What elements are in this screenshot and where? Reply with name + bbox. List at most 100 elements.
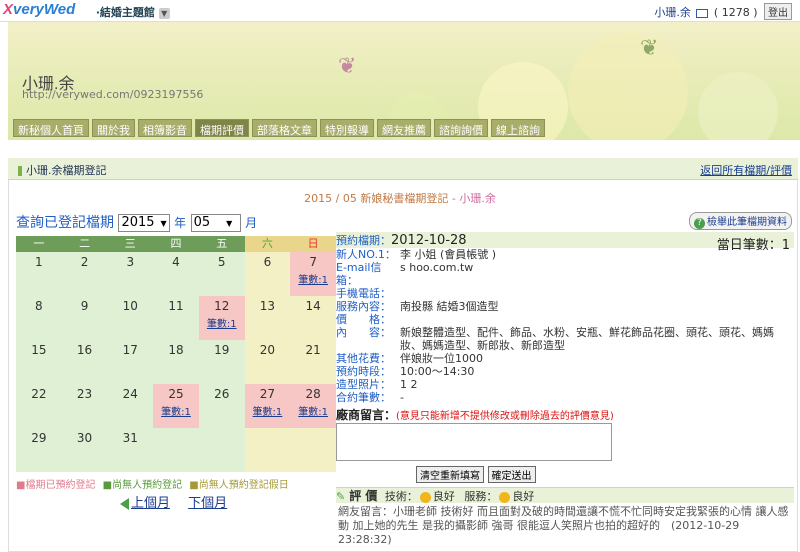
calendar-day[interactable]: 30 <box>62 428 108 472</box>
calendar-day[interactable]: 10 <box>107 296 153 340</box>
back-to-all-link[interactable]: 返回所有檔期/評價 <box>700 162 792 178</box>
calendar-day[interactable]: 3 <box>107 252 153 296</box>
calendar-day[interactable]: 28 筆數:1 <box>290 384 336 428</box>
nav-tab[interactable]: 網友推薦 <box>377 119 431 137</box>
detail-row: 造型照片： 1 2 <box>336 378 794 391</box>
nav-tab[interactable]: 新秘個人首頁 <box>13 119 89 137</box>
day-number: 26 <box>214 387 230 401</box>
reset-button[interactable]: 清空重新填寫 <box>416 466 484 483</box>
mail-icon[interactable] <box>696 8 709 18</box>
detail-row: 其他花費： 伴娘妝一位1000 <box>336 352 794 365</box>
calendar-day[interactable]: 11 <box>153 296 199 340</box>
nav-tab[interactable]: 相簿影音 <box>138 119 192 137</box>
calendar-empty <box>153 428 199 472</box>
day-number: 30 <box>76 431 93 445</box>
calendar-day[interactable]: 31 <box>107 428 153 472</box>
booking-detail: 預約檔期：2012-10-28 當日筆數：1 新人NO.1：李 小姐 (會員帳號… <box>336 232 794 547</box>
butterfly-icon: ❦ <box>640 36 659 61</box>
calendar-day[interactable]: 2 <box>62 252 108 296</box>
sun-icon <box>419 491 431 503</box>
nav-tab[interactable]: 關於我 <box>92 119 135 137</box>
calendar-day[interactable]: 17 <box>107 340 153 384</box>
month-pager: 上個月 下個月 <box>120 492 241 511</box>
calendar-empty <box>199 428 245 472</box>
prev-month-link[interactable]: 上個月 <box>131 496 170 511</box>
calendar-day[interactable]: 27 筆數:1 <box>244 384 291 428</box>
day-count-link[interactable]: 筆數:1 <box>245 403 291 418</box>
calendar-day[interactable]: 9 <box>62 296 108 340</box>
calendar-day[interactable]: 6 <box>244 252 291 296</box>
butterfly-icon: ❦ <box>338 54 357 79</box>
calendar-day[interactable]: 12 筆數:1 <box>198 296 245 340</box>
day-count-link[interactable]: 筆數:1 <box>199 315 245 330</box>
booking-date-label: 預約檔期： <box>336 234 391 247</box>
site-logo[interactable]: XveryWed <box>3 1 75 18</box>
calendar-day[interactable]: 16 <box>62 340 108 384</box>
day-number: 2 <box>80 255 89 269</box>
day-number: 6 <box>263 255 272 269</box>
calendar-day[interactable]: 22 <box>16 384 62 428</box>
weekday-label: 一 <box>16 236 62 252</box>
calendar-day[interactable]: 13 <box>244 296 291 340</box>
calendar-day[interactable]: 19 <box>199 340 245 384</box>
section-title: 小珊.余檔期登記 <box>26 164 107 177</box>
day-count-link[interactable]: 筆數:1 <box>290 403 336 418</box>
calendar-day[interactable]: 15 <box>16 340 62 384</box>
theme-menu[interactable]: ‧結婚主題館 ▼ <box>96 4 170 20</box>
day-number: 11 <box>168 299 184 313</box>
calendar-day[interactable]: 24 <box>107 384 153 428</box>
day-count: 當日筆數：1 <box>716 238 790 253</box>
nav-tab[interactable]: 檔期評價 <box>195 119 249 137</box>
detail-key: 其他花費： <box>336 352 391 365</box>
legend-free: ■尚無人預約登記 <box>102 480 183 491</box>
calendar-day[interactable]: 8 <box>16 296 62 340</box>
calendar-day[interactable]: 7 筆數:1 <box>290 252 336 296</box>
day-number: 18 <box>168 343 184 357</box>
query-label: 查詢已登記檔期 <box>16 215 114 231</box>
year-select[interactable]: 2015 ▼ <box>118 214 170 232</box>
day-count-link[interactable]: 筆數:1 <box>290 271 336 286</box>
mail-count: ( 1278 ) <box>713 6 758 19</box>
calendar-empty <box>244 428 291 472</box>
detail-value[interactable]: 1 2 <box>400 378 794 391</box>
nav-tab[interactable]: 部落格文章 <box>252 119 317 137</box>
calendar-day[interactable]: 25 筆數:1 <box>153 384 199 428</box>
year-unit: 年 <box>174 216 187 230</box>
calendar-day[interactable]: 18 <box>153 340 199 384</box>
vendor-url[interactable]: http://verywed.com/0923197556 <box>22 88 203 101</box>
weekday-label: 二 <box>61 236 108 252</box>
report-button[interactable]: ? 檢舉此筆檔期資料 <box>689 212 792 230</box>
day-number: 14 <box>305 299 321 313</box>
calendar-day[interactable]: 23 <box>62 384 108 428</box>
day-number: 1 <box>35 255 43 269</box>
detail-key: 預約時段： <box>336 365 391 378</box>
detail-row: 價 格： <box>336 313 794 326</box>
day-number: 28 <box>305 387 321 401</box>
month-select[interactable]: 05 ▼ <box>190 214 241 232</box>
day-number: 8 <box>35 299 43 313</box>
message-input[interactable] <box>336 423 612 461</box>
detail-key: 服務內容： <box>336 300 391 313</box>
calendar-day[interactable]: 14 <box>290 296 336 340</box>
submit-button[interactable]: 確定送出 <box>487 466 536 483</box>
chevron-down-icon[interactable]: ▼ <box>158 7 170 19</box>
calendar-day[interactable]: 20 <box>244 340 291 384</box>
calendar-day[interactable]: 1 <box>16 252 62 296</box>
calendar-day[interactable]: 29 <box>16 428 62 472</box>
calendar-day[interactable]: 21 <box>290 340 336 384</box>
detail-value: 10:00〜14:30 <box>400 365 475 378</box>
nav-tab[interactable]: 諮詢詢價 <box>434 119 488 137</box>
day-number: 22 <box>31 387 47 401</box>
user-name-link[interactable]: 小珊.余 <box>654 6 691 19</box>
detail-row: 服務內容： 南投縣 結婚3個造型 <box>336 300 794 313</box>
calendar-day[interactable]: 5 <box>199 252 245 296</box>
logout-button[interactable]: 登出 <box>764 3 792 20</box>
calendar-day[interactable]: 26 <box>199 384 245 428</box>
day-count-link[interactable]: 筆數:1 <box>153 403 199 418</box>
detail-key: 內 容： <box>336 326 391 339</box>
next-month-link[interactable]: 下個月 <box>188 496 227 511</box>
nav-tab[interactable]: 特別報導 <box>320 119 374 137</box>
calendar-day[interactable]: 4 <box>153 252 199 296</box>
detail-key: 手機電話： <box>336 287 391 300</box>
nav-tab[interactable]: 線上諮詢 <box>491 119 545 137</box>
